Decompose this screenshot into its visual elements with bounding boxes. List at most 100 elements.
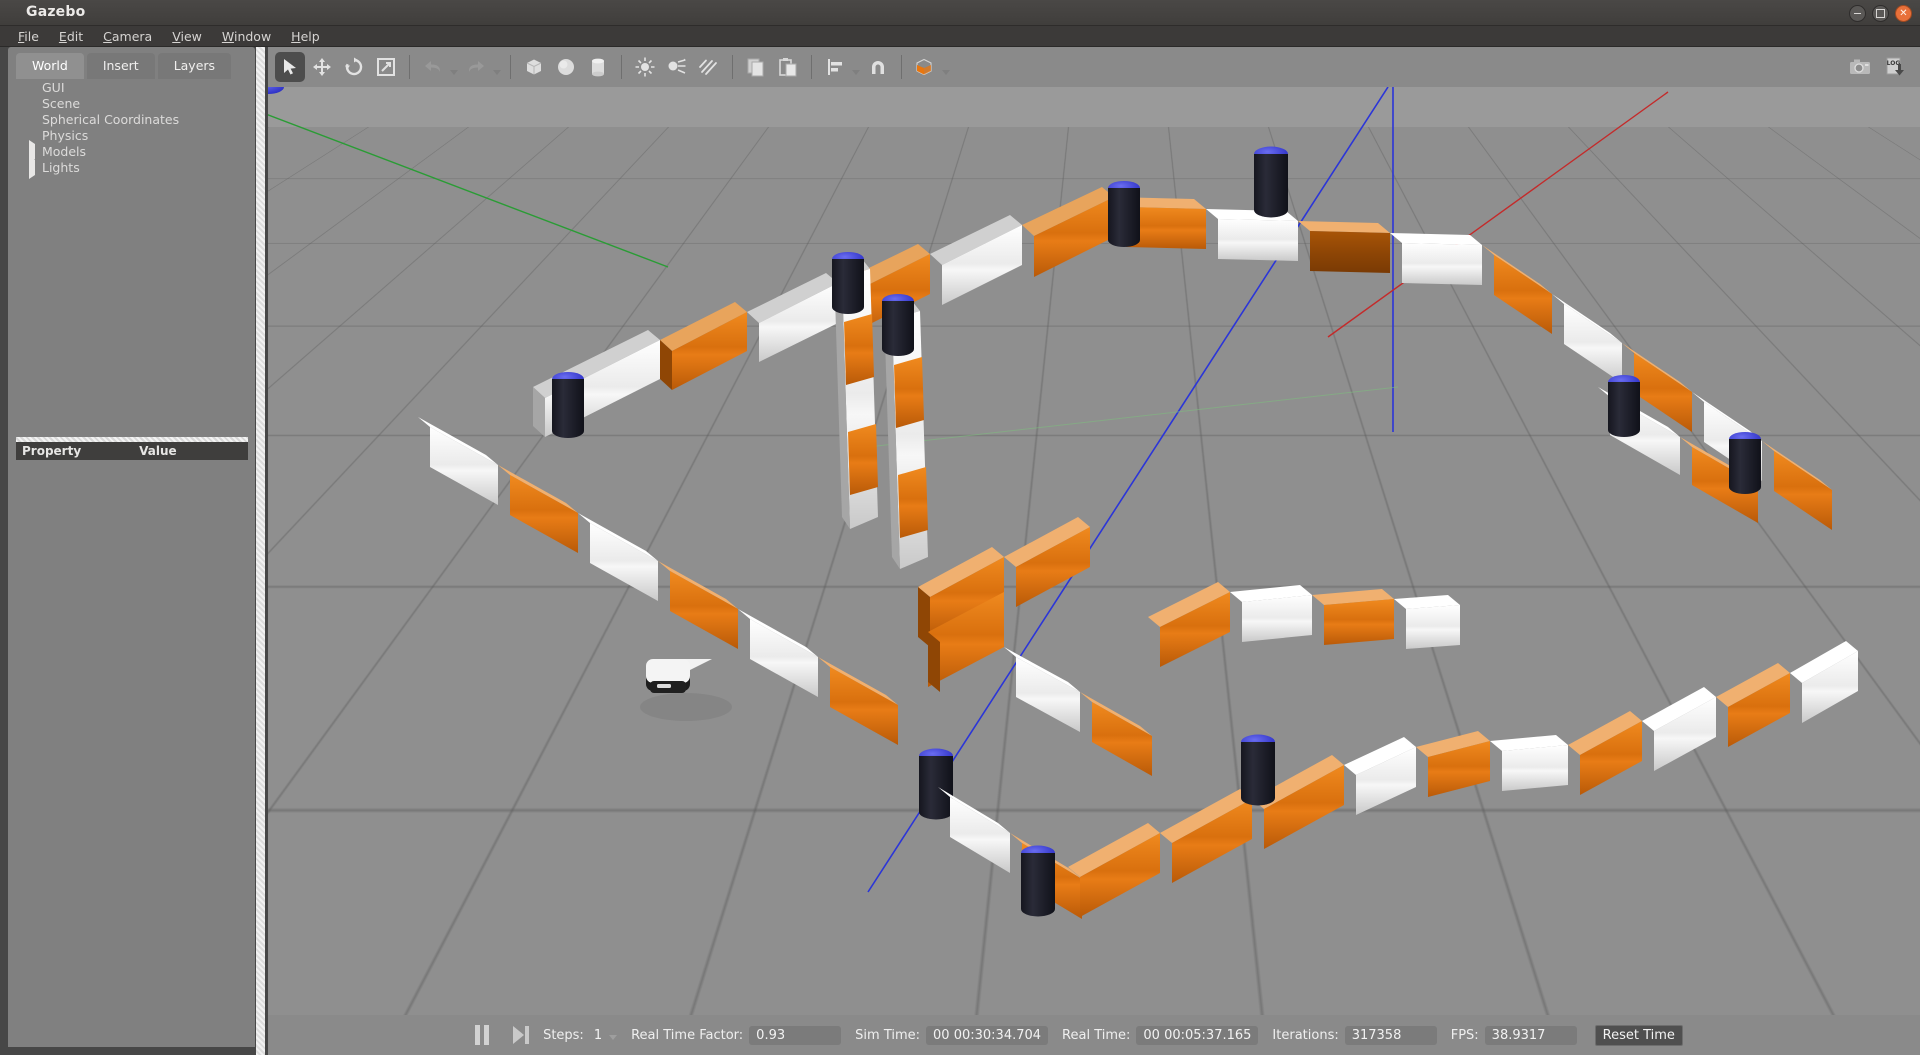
viewport-3d[interactable] <box>268 87 1920 1015</box>
fps-value: 38.9317 <box>1485 1026 1577 1045</box>
tab-insert[interactable]: Insert <box>87 53 155 79</box>
barrier-segment <box>738 609 818 697</box>
toolbar-separator <box>510 55 511 79</box>
menu-camera[interactable]: Camera <box>93 27 162 46</box>
track-barriers <box>268 87 1858 919</box>
undo-dropdown-chevron-down-icon[interactable] <box>450 70 458 75</box>
align-dropdown-chevron-down-icon[interactable] <box>852 70 860 75</box>
tree-item-lights[interactable]: Lights <box>8 159 255 175</box>
align-button[interactable] <box>820 52 850 82</box>
barrier-segment <box>1344 737 1416 815</box>
toolbar-separator <box>621 55 622 79</box>
tree-item-label: Lights <box>42 160 80 175</box>
barrier-segment <box>1716 663 1790 747</box>
steps-value: 1 <box>594 1028 602 1043</box>
real-time-factor-label: Real Time Factor: <box>631 1028 743 1043</box>
real-time-factor-value: 0.93 <box>749 1026 841 1045</box>
iterations-value: 317358 <box>1345 1026 1437 1045</box>
barrier-post <box>1021 846 1055 917</box>
log-record-button[interactable]: LOG <box>1881 52 1911 82</box>
fps-label: FPS: <box>1451 1028 1479 1043</box>
left-panel: World Insert Layers GUI Scene Spherical … <box>8 47 255 1047</box>
barrier-segment <box>1490 735 1568 791</box>
barrier-segment <box>1298 221 1390 273</box>
chevron-right-icon[interactable] <box>28 160 42 175</box>
view-angle-button[interactable] <box>910 52 940 82</box>
barrier-segment <box>1022 187 1114 277</box>
scale-mode-button[interactable] <box>371 52 401 82</box>
tree-item-label: Spherical Coordinates <box>42 112 179 127</box>
select-mode-button[interactable] <box>275 52 305 82</box>
tree-item-spherical-coordinates[interactable]: Spherical Coordinates <box>8 111 255 127</box>
property-column-header: Property <box>22 444 81 458</box>
barrier-segment <box>1390 233 1482 285</box>
redo-button[interactable] <box>461 52 491 82</box>
spot-light-button[interactable] <box>662 52 692 82</box>
barrier-segment <box>1068 823 1160 917</box>
barrier-segment <box>1552 294 1622 383</box>
axis-y-line <box>268 92 668 267</box>
rotate-mode-button[interactable] <box>339 52 369 82</box>
view-angle-dropdown-chevron-down-icon[interactable] <box>942 70 950 75</box>
snap-button[interactable] <box>863 52 893 82</box>
panel-splitter[interactable] <box>256 47 265 1055</box>
redo-dropdown-chevron-down-icon[interactable] <box>493 70 501 75</box>
sim-time-value: 00 00:30:34.704 <box>926 1026 1048 1045</box>
close-button[interactable]: ✕ <box>1895 5 1912 22</box>
tree-item-scene[interactable]: Scene <box>8 95 255 111</box>
barrier-segment <box>418 417 498 505</box>
barrier-segment <box>1394 595 1460 649</box>
menu-edit[interactable]: Edit <box>49 27 93 46</box>
insert-sphere-button[interactable] <box>551 52 581 82</box>
pause-button[interactable] <box>475 1025 489 1045</box>
tab-world[interactable]: World <box>16 53 84 79</box>
status-bar: Steps: 1 Real Time Factor: 0.93 Sim Time… <box>268 1015 1920 1055</box>
directional-light-button[interactable] <box>694 52 724 82</box>
barrier-post <box>919 749 953 820</box>
sim-time-label: Sim Time: <box>855 1028 920 1043</box>
title-bar: Gazebo ✕ <box>0 0 1920 26</box>
property-table-header: Property Value <box>16 442 248 460</box>
tree-item-gui[interactable]: GUI <box>8 79 255 95</box>
reset-time-button[interactable]: Reset Time <box>1595 1025 1683 1046</box>
screenshot-button[interactable] <box>1845 52 1875 82</box>
tree-item-physics[interactable]: Physics <box>8 127 255 143</box>
insert-box-button[interactable] <box>519 52 549 82</box>
paste-button[interactable] <box>773 52 803 82</box>
tree-item-models[interactable]: Models <box>8 143 255 159</box>
toolbar-right-group: LOG <box>1844 52 1912 82</box>
menu-window[interactable]: Window <box>212 27 281 46</box>
step-button[interactable] <box>513 1026 529 1044</box>
render-area: LOG Steps: 1 Real Time Factor: 0.93 Sim … <box>268 47 1920 1055</box>
copy-button[interactable] <box>741 52 771 82</box>
barrier-segment <box>1160 789 1252 883</box>
world-tree: GUI Scene Spherical Coordinates Physics … <box>8 79 255 175</box>
steps-spinner-chevron-down-icon[interactable] <box>609 1035 617 1040</box>
translate-mode-button[interactable] <box>307 52 337 82</box>
status-bar-content: Steps: 1 Real Time Factor: 0.93 Sim Time… <box>465 1025 1723 1046</box>
barrier-segment <box>578 513 658 601</box>
menu-bar: File Edit Camera View Window Help <box>0 26 1920 47</box>
tree-item-label: Scene <box>42 96 80 111</box>
menu-view[interactable]: View <box>162 27 212 46</box>
barrier-segment <box>1148 582 1230 667</box>
menu-help[interactable]: Help <box>281 27 330 46</box>
window-title: Gazebo <box>26 4 85 20</box>
tree-item-label: Physics <box>42 128 88 143</box>
insert-cylinder-button[interactable] <box>583 52 613 82</box>
maximize-button[interactable] <box>1872 5 1889 22</box>
menu-file[interactable]: File <box>8 27 49 46</box>
minimize-button[interactable] <box>1849 5 1866 22</box>
barrier-segment <box>1004 517 1090 607</box>
barrier-segment <box>747 273 838 362</box>
barrier-post <box>882 294 914 356</box>
toolbar-separator <box>811 55 812 79</box>
tab-layers[interactable]: Layers <box>158 53 231 79</box>
value-column-header: Value <box>139 444 177 458</box>
barrier-post <box>1241 735 1275 806</box>
undo-button[interactable] <box>418 52 448 82</box>
barrier-segment <box>1080 692 1152 776</box>
robot-model[interactable] <box>640 659 732 721</box>
barrier-segment <box>658 561 738 649</box>
point-light-button[interactable] <box>630 52 660 82</box>
